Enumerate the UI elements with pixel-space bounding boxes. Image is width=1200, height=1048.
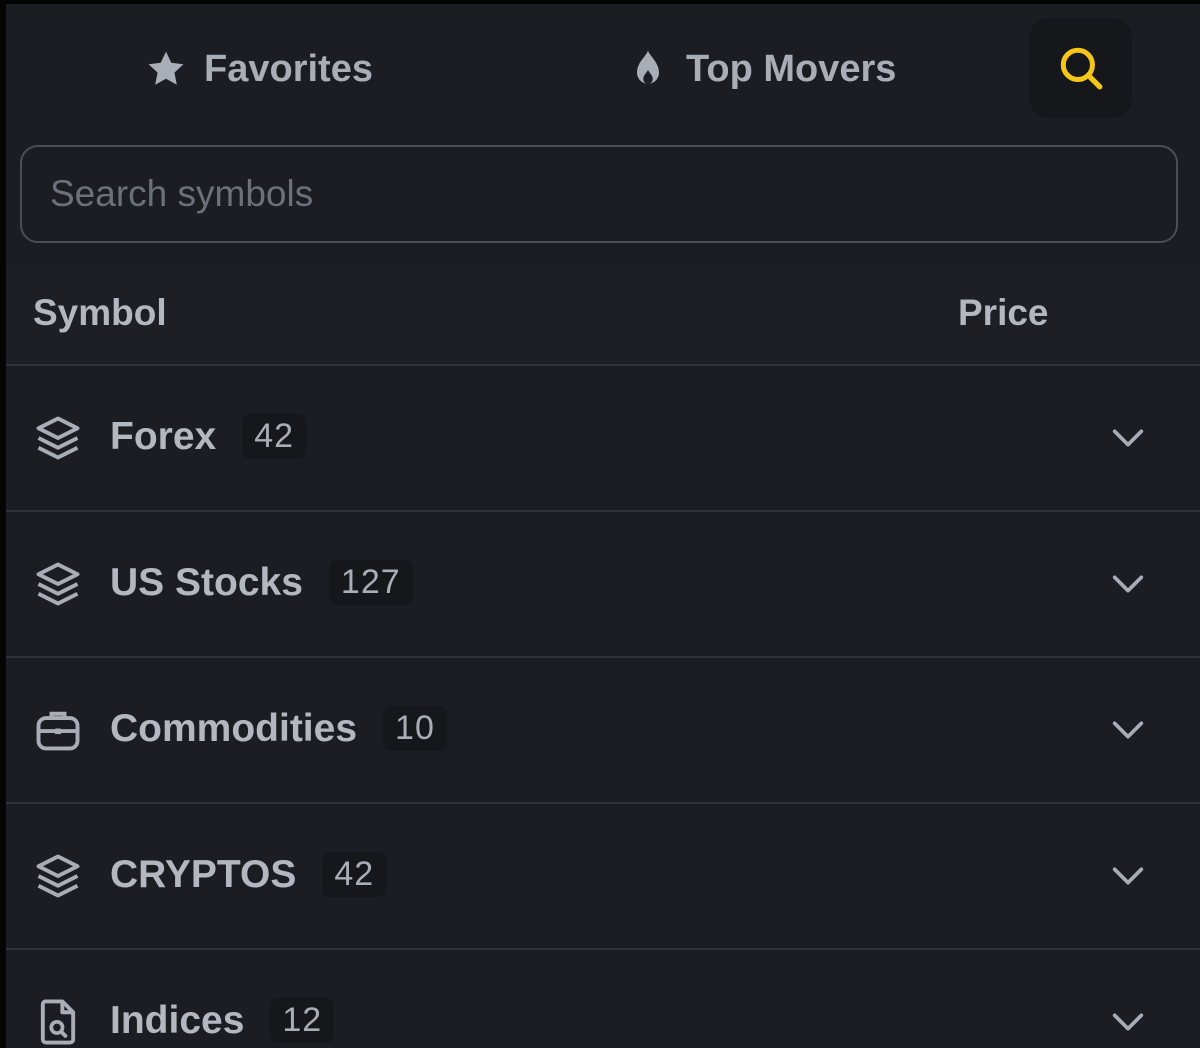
group-count-badge: 10 bbox=[383, 706, 447, 751]
column-header-symbol: Symbol bbox=[33, 292, 167, 333]
file-search-icon bbox=[40, 999, 76, 1045]
chevron-down-icon[interactable] bbox=[1106, 564, 1150, 604]
group-label: Forex bbox=[110, 415, 217, 458]
group-label: Commodities bbox=[110, 707, 358, 750]
star-icon bbox=[144, 47, 188, 91]
tab-top-movers-label: Top Movers bbox=[686, 47, 897, 90]
search-field bbox=[20, 145, 1178, 243]
table-header: Symbol Price bbox=[6, 262, 1200, 366]
group-row-forex[interactable]: Forex 42 bbox=[6, 366, 1200, 512]
search-toggle-button[interactable] bbox=[1030, 18, 1132, 118]
chevron-down-icon[interactable] bbox=[1106, 710, 1150, 750]
group-row-commodities[interactable]: Commodities 10 bbox=[6, 658, 1200, 804]
group-row-cryptos[interactable]: CRYPTOS 42 bbox=[6, 804, 1200, 950]
tab-top-movers[interactable]: Top Movers bbox=[626, 44, 896, 94]
group-name: US Stocks 127 bbox=[110, 560, 413, 605]
chevron-down-icon[interactable] bbox=[1106, 1002, 1150, 1042]
column-header-price: Price bbox=[958, 292, 1049, 333]
layers-icon bbox=[36, 562, 80, 606]
layers-icon bbox=[36, 416, 80, 460]
group-count-badge: 42 bbox=[242, 414, 307, 459]
group-name: Commodities 10 bbox=[110, 706, 447, 751]
group-row-indices[interactable]: Indices 12 bbox=[6, 950, 1200, 1048]
group-count-badge: 127 bbox=[328, 560, 413, 605]
tab-favorites[interactable]: Favorites bbox=[144, 44, 373, 94]
tab-favorites-label: Favorites bbox=[204, 47, 373, 90]
group-name: Indices 12 bbox=[110, 998, 335, 1043]
symbols-panel: Favorites Top Movers Symbol Price bbox=[6, 4, 1200, 1048]
flame-icon bbox=[626, 47, 670, 91]
tab-bar: Favorites Top Movers bbox=[6, 4, 1200, 140]
group-label: Indices bbox=[110, 999, 245, 1042]
group-label: US Stocks bbox=[110, 561, 303, 604]
group-count-badge: 42 bbox=[322, 852, 387, 897]
search-icon bbox=[1060, 47, 1103, 90]
group-count-badge: 12 bbox=[270, 998, 335, 1043]
group-row-us-stocks[interactable]: US Stocks 127 bbox=[6, 512, 1200, 658]
group-name: CRYPTOS 42 bbox=[110, 852, 387, 897]
group-label: CRYPTOS bbox=[110, 853, 297, 896]
briefcase-icon bbox=[36, 711, 80, 751]
search-input[interactable] bbox=[22, 147, 1176, 241]
layers-icon bbox=[36, 854, 80, 898]
group-name: Forex 42 bbox=[110, 414, 307, 459]
chevron-down-icon[interactable] bbox=[1106, 856, 1150, 896]
chevron-down-icon[interactable] bbox=[1106, 418, 1150, 458]
